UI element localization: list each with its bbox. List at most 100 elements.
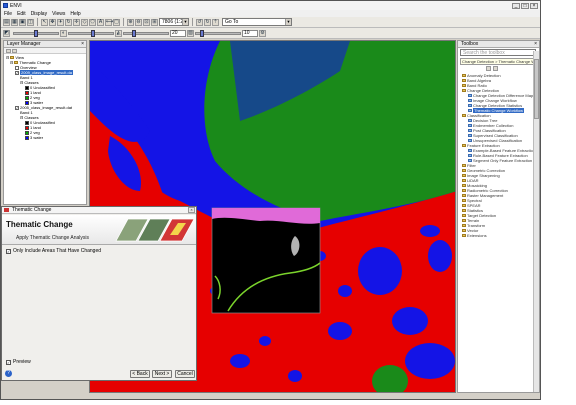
contrast-knob[interactable] <box>91 29 95 37</box>
tool-icon <box>468 139 472 142</box>
sharpen-value[interactable]: 20 <box>170 29 186 37</box>
linear-stretch-icon[interactable]: ◩ <box>3 29 10 37</box>
zoom-combo[interactable]: 7806 (1:2) ▼ <box>159 18 189 26</box>
tool-icon <box>468 109 472 112</box>
rotate-icon[interactable]: ↻ <box>65 18 72 26</box>
layer-manager-header: Layer Manager × <box>4 41 86 48</box>
menu-edit[interactable]: Edit <box>17 11 26 17</box>
goto-combo[interactable]: Go To ▼ <box>222 18 292 26</box>
annotation-icon[interactable]: A <box>97 18 104 26</box>
overview-checkbox[interactable] <box>15 65 19 70</box>
folder-icon <box>462 204 466 207</box>
back-button[interactable]: < Back <box>130 370 150 378</box>
settings-icon[interactable]: ⚙ <box>259 29 266 37</box>
tool-icon <box>468 119 472 122</box>
folder-icon <box>462 89 466 92</box>
toolbox-title: Toolbox <box>461 41 479 47</box>
zoom-out-icon[interactable]: ⊖ <box>135 18 142 26</box>
water-pond <box>420 225 440 237</box>
close-icon[interactable]: × <box>81 41 84 47</box>
transparency-knob[interactable] <box>200 29 204 37</box>
folder-icon <box>462 84 466 87</box>
next-button[interactable]: Next > <box>152 370 172 378</box>
data-manager-icon[interactable]: ▦ <box>11 18 18 26</box>
envi-app-icon <box>3 3 8 8</box>
goto-placeholder: Go To <box>225 19 239 25</box>
only-changed-checkbox-row[interactable]: ✓ Only Include Areas That Have Changed <box>6 248 101 254</box>
water-pond <box>338 285 352 297</box>
cancel-button[interactable]: Cancel <box>175 370 195 378</box>
zoom-full-icon[interactable]: ⊞ <box>151 18 158 26</box>
close-icon[interactable]: × <box>188 207 195 213</box>
classes-a-list: 0 Unclassified 1 land 2 veg 3 water <box>6 85 84 105</box>
zoom-fit-icon[interactable]: ⊡ <box>143 18 150 26</box>
preview-checkbox[interactable]: ✓ <box>6 359 11 365</box>
maximize-icon[interactable]: □ <box>521 2 529 9</box>
folder-icon <box>462 184 466 187</box>
tool-icon <box>468 129 472 132</box>
only-changed-checkbox[interactable]: ✓ <box>6 248 11 254</box>
title-bar: ENVI _ □ × <box>1 1 540 10</box>
close-icon[interactable]: × <box>530 2 538 9</box>
export-icon[interactable]: ◫ <box>27 18 34 26</box>
toolbox-item[interactable]: Extensions <box>460 233 537 238</box>
zoom-in-icon[interactable]: ⊕ <box>127 18 134 26</box>
portal-icon[interactable]: ▢ <box>113 18 120 26</box>
only-changed-label: Only Include Areas That Have Changed <box>13 248 102 254</box>
transparency-value[interactable]: 10 <box>242 29 258 37</box>
brightness-slider[interactable] <box>13 29 59 37</box>
envi-window: ENVI _ □ × File Edit Display Views Help … <box>0 0 541 400</box>
menu-views[interactable]: Views <box>52 11 65 17</box>
tree-item-layer1[interactable]: ✓ 2009_class_image_result.da <box>6 70 84 75</box>
collapse-icon[interactable] <box>6 49 11 53</box>
menu-file[interactable]: File <box>4 11 12 17</box>
layer1-checkbox[interactable]: ✓ <box>15 70 19 75</box>
rotate-right-icon[interactable]: ↻ <box>204 18 211 26</box>
pan-icon[interactable]: ✥ <box>49 18 56 26</box>
fly-icon[interactable]: ✈ <box>57 18 64 26</box>
change-preview-portal[interactable] <box>211 207 321 314</box>
expand-icon[interactable] <box>12 49 17 53</box>
sharpen-slider[interactable] <box>123 29 169 37</box>
select-icon[interactable]: ↖ <box>41 18 48 26</box>
menu-display[interactable]: Display <box>31 11 47 17</box>
water-pond <box>328 322 352 340</box>
toolbox-search-input[interactable]: Search the toolbox <box>460 49 536 56</box>
menu-help[interactable]: Help <box>70 11 80 17</box>
chevron-down-icon: ▼ <box>285 19 291 25</box>
contrast-icon[interactable]: ◐ <box>60 29 67 37</box>
contrast-slider[interactable] <box>68 29 114 37</box>
sharpen-knob[interactable] <box>132 29 136 37</box>
class-color-swatch <box>25 95 29 100</box>
layer2-checkbox[interactable]: ✓ <box>15 105 19 110</box>
help-icon[interactable]: ? <box>5 370 12 377</box>
transparency-icon[interactable]: ▧ <box>187 29 194 37</box>
app-title: ENVI <box>10 2 22 9</box>
open-icon[interactable]: ▤ <box>3 18 10 26</box>
folder-icon <box>462 219 466 222</box>
class-color-swatch <box>25 120 29 125</box>
class-item[interactable]: 3 water <box>6 135 84 140</box>
measure-icon[interactable]: ⟷ <box>105 18 113 26</box>
toolbox-item-label: Extensions <box>467 233 487 238</box>
sharpen-icon[interactable]: ◭ <box>115 29 122 37</box>
toolbox-panel: Toolbox × Search the toolbox Change Dete… <box>457 40 540 393</box>
transparency-slider[interactable] <box>195 29 241 37</box>
add-icon[interactable] <box>486 66 491 71</box>
preview-checkbox-row[interactable]: ✓ Preview <box>6 359 31 365</box>
close-icon[interactable]: × <box>534 41 537 47</box>
toolbox-tree: Anomaly Detection Band Algebra Band Ratio C… <box>458 72 539 239</box>
roi-icon[interactable]: ◇ <box>81 18 88 26</box>
tool-icon <box>468 99 472 102</box>
rotate-left-icon[interactable]: ↺ <box>196 18 203 26</box>
brightness-knob[interactable] <box>34 29 38 37</box>
refresh-icon[interactable] <box>493 66 498 71</box>
crosshair-icon[interactable]: ✛ <box>73 18 80 26</box>
folder-icon <box>462 114 466 117</box>
scrollbar-thumb[interactable] <box>534 59 539 119</box>
minimize-icon[interactable]: _ <box>512 2 520 9</box>
north-up-icon[interactable]: ⇡ <box>212 18 219 26</box>
toolbox-scrollbar[interactable] <box>533 51 539 392</box>
print-icon[interactable]: ▣ <box>19 18 26 26</box>
vector-icon[interactable]: ⬠ <box>89 18 96 26</box>
